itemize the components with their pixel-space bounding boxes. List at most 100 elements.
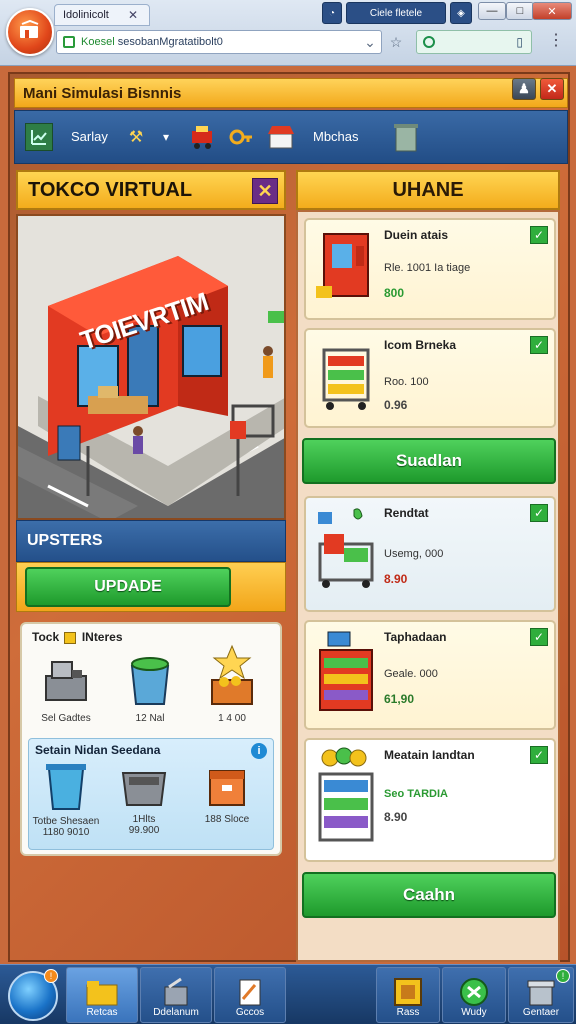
- basket-icon: [130, 657, 170, 705]
- taskbar-item-label: Gccos: [235, 1007, 265, 1018]
- storage-item[interactable]: 1Hlts 99.900: [109, 765, 179, 836]
- store-building-illustration: [18, 256, 284, 518]
- search-icon: [423, 36, 435, 48]
- game-title: Mani Simulasi Bisnnis: [14, 78, 568, 108]
- taskbar-item-label: Rass: [396, 1007, 420, 1018]
- taskbar-item[interactable]: Wudy: [442, 967, 506, 1023]
- picture-frame-icon: [394, 978, 422, 1006]
- bookmark-icon[interactable]: ▯: [516, 35, 523, 49]
- game-toolbar: Sarlay ⚒ ▾ Mbchas: [14, 110, 568, 164]
- chart-icon[interactable]: [25, 123, 53, 151]
- address-url: Koesel sesobanMgratatibolt0: [81, 36, 223, 48]
- upgrade-detail: Roo. 100: [384, 376, 429, 388]
- upgrade-price: 8.90: [384, 572, 408, 586]
- taskbar-item[interactable]: Gccos: [214, 967, 286, 1023]
- address-bar[interactable]: Koesel sesobanMgratatibolt0: [56, 30, 382, 54]
- upgrade-card[interactable]: Taphadaan Geale. 000 61,90 ✓: [304, 620, 556, 730]
- upgrades-panel: UHANE Duein atais Rle. 1001 Ia tiage 800…: [296, 170, 562, 962]
- upgrade-detail: Usemg, 000: [384, 548, 444, 560]
- upgrade-price: 800: [384, 286, 405, 300]
- check-icon[interactable]: ✓: [530, 336, 548, 354]
- upgrade-name: Rendtat: [384, 506, 429, 520]
- tag-icon: [64, 631, 77, 644]
- taskbar-item[interactable]: Retcas: [66, 967, 138, 1023]
- toolbar-label-right: Mbchas: [313, 129, 359, 144]
- dropdown-chevron-icon[interactable]: ⌄: [358, 30, 382, 54]
- chevron-down-icon[interactable]: ▾: [157, 126, 175, 148]
- taskbar-item-label: Retcas: [86, 1007, 118, 1018]
- wrench-icon[interactable]: ⚒: [125, 126, 147, 148]
- cart-icon[interactable]: [187, 122, 217, 152]
- game-window: Mani Simulasi Bisnnis ♟ ✕ Sarlay ⚒ ▾ Mbc…: [8, 72, 570, 962]
- storage-item-label: 1Hlts: [132, 814, 156, 825]
- tab-close-icon[interactable]: ✕: [128, 8, 138, 22]
- store-title: TOKCO VIRTUAL ✕: [16, 170, 286, 210]
- upgrade-name: Duein atais: [384, 228, 449, 242]
- browser-menu-icon[interactable]: ⋮: [546, 30, 566, 54]
- mid-action-button[interactable]: Suadlan: [302, 438, 556, 484]
- browser-logo-icon[interactable]: [6, 8, 54, 56]
- upgrade-card[interactable]: Icom Brneka Roo. 100 0.96 ✓: [304, 328, 556, 428]
- search-box[interactable]: ▯: [416, 30, 532, 54]
- check-icon[interactable]: ✓: [530, 226, 548, 244]
- inventory-item-label: 1 4 00: [218, 713, 246, 724]
- store-title-text: TOKCO VIRTUAL: [28, 178, 193, 201]
- shop-icon[interactable]: [265, 121, 297, 153]
- upgrade-detail: Seo TARDIA: [384, 788, 448, 800]
- update-button[interactable]: UPDADE: [25, 567, 231, 607]
- storage-item-value: 99.900: [128, 825, 160, 836]
- maximize-button[interactable]: □: [506, 2, 534, 20]
- shelf-cart-icon: [322, 348, 370, 410]
- taskbar: ! Retcas Ddelanum Gccos Rass Wudy Gentae…: [0, 964, 576, 1024]
- upgrades-title: UHANE: [296, 170, 560, 210]
- toolbar-label-left: Sarlay: [71, 129, 108, 144]
- upgrade-card[interactable]: Duein atais Rle. 1001 Ia tiage 800 ✓: [304, 218, 556, 320]
- upgrade-card[interactable]: Meatain Iandtan Seo TARDIA 8.90 ✓: [304, 738, 556, 862]
- key-icon[interactable]: [227, 123, 255, 151]
- upgrade-name: Taphadaan: [384, 630, 447, 644]
- update-bar: UPDADE: [16, 562, 286, 612]
- upgrade-card[interactable]: Rendtat Usemg, 000 8.90 ✓: [304, 496, 556, 612]
- taskbar-item-label: Ddelanum: [153, 1007, 199, 1018]
- upgrade-name: Icom Brneka: [384, 338, 457, 352]
- inventory-item[interactable]: Sel Gadtes: [26, 650, 106, 724]
- storage-item-label: 188 Sloce: [204, 814, 250, 825]
- tab-shield-icon[interactable]: ◈: [450, 2, 472, 24]
- notepad-icon: [239, 979, 261, 1006]
- taskbar-item-label: Wudy: [461, 1007, 487, 1018]
- trash-bin-icon[interactable]: [391, 120, 421, 154]
- taskbar-item[interactable]: Ddelanum: [140, 967, 212, 1023]
- upgrade-price: 8.90: [384, 810, 408, 824]
- upgrades-list: Duein atais Rle. 1001 Ia tiage 800 ✓ Ico…: [296, 210, 560, 962]
- upgrade-price: 61,90: [384, 692, 415, 706]
- inventory-item[interactable]: 1 4 00: [192, 644, 272, 724]
- produce-stand-icon: [318, 508, 374, 588]
- check-icon[interactable]: ✓: [530, 504, 548, 522]
- close-game-button[interactable]: ✕: [540, 78, 564, 100]
- tray-icon: [121, 772, 167, 806]
- check-icon[interactable]: ✓: [530, 628, 548, 646]
- inventory-card: Tock INteres Sel Gadtes 12 Nal 1 4 00 Se…: [20, 622, 282, 856]
- check-icon[interactable]: ✓: [530, 746, 548, 764]
- settings-button[interactable]: ♟: [512, 78, 536, 100]
- inventory-item[interactable]: 12 Nal: [110, 650, 190, 724]
- archive-icon: [527, 980, 555, 1006]
- taskbar-item[interactable]: Rass: [376, 967, 440, 1023]
- minimize-button[interactable]: —: [478, 2, 506, 20]
- tab-favicon-icon[interactable]: ◔: [322, 2, 342, 24]
- storage-item[interactable]: 188 Sloce: [189, 765, 265, 825]
- store-scene[interactable]: TOIEVRTIM: [16, 214, 286, 520]
- bookmark-star-icon[interactable]: ☆: [384, 30, 408, 54]
- window-close-button[interactable]: ✕: [532, 2, 572, 20]
- upgrade-detail: Geale. 000: [384, 668, 438, 680]
- box-icon: [209, 770, 245, 806]
- storage-subpanel: Setain Nidan Seedana i Totbe Shesaen 118…: [28, 738, 274, 850]
- store-close-button[interactable]: ✕: [252, 178, 278, 204]
- register-icon: [45, 661, 87, 701]
- secondary-tab[interactable]: Ciele fletele: [346, 2, 446, 24]
- storage-title: Setain Nidan Seedana: [35, 743, 161, 757]
- info-icon[interactable]: i: [251, 743, 267, 759]
- storage-item[interactable]: Totbe Shesaen 1180 9010: [31, 759, 101, 838]
- display-shelf-icon: [319, 631, 373, 711]
- bottom-action-button[interactable]: Caahn: [302, 872, 556, 918]
